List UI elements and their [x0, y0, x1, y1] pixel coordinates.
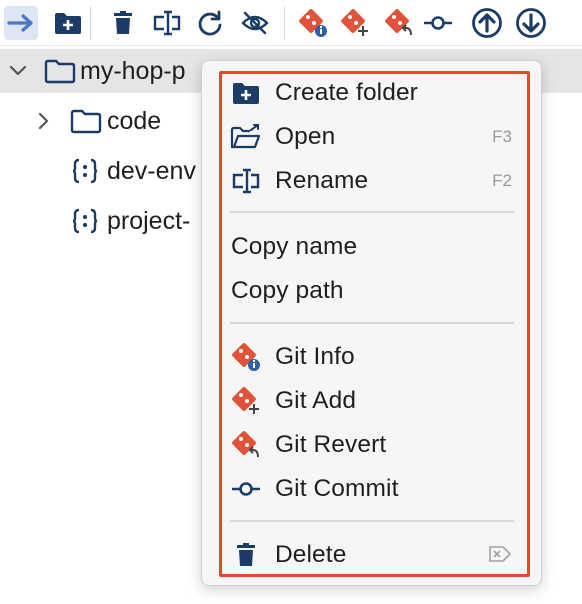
menu-separator: [230, 520, 514, 522]
create-folder-icon: [55, 13, 81, 34]
menu-item-label: Git Add: [275, 387, 357, 414]
git-add-icon: [341, 9, 368, 36]
git-commit-icon: [424, 16, 452, 30]
trash-icon: [230, 540, 262, 570]
menu-item-create-folder[interactable]: Create folder: [220, 71, 526, 115]
create-folder-button[interactable]: [51, 6, 85, 40]
rename-icon: [153, 10, 181, 36]
trash-icon: [114, 11, 132, 34]
git-commit-button[interactable]: [421, 6, 455, 40]
git-revert-icon: [230, 430, 262, 460]
menu-item-label: Open: [275, 123, 336, 150]
chevron-right-icon[interactable]: [34, 111, 54, 131]
git-commit-icon: [230, 474, 262, 504]
shortcut-label: F3: [492, 127, 512, 146]
rename-icon: [230, 166, 262, 196]
menu-item-open[interactable]: Open F3: [220, 115, 526, 159]
git-push-icon: [472, 8, 502, 38]
open-folder-icon: [230, 122, 262, 152]
menu-item-git-add[interactable]: Git Add: [220, 379, 526, 423]
menu-item-delete[interactable]: Delete: [220, 533, 526, 577]
menu-separator: [230, 322, 514, 324]
menu-item-copy-name[interactable]: Copy name: [220, 225, 526, 269]
menu-item-rename[interactable]: Rename F2: [220, 159, 526, 203]
menu-item-label: Git Info: [275, 343, 355, 370]
git-add-button[interactable]: [338, 6, 372, 40]
rename-button[interactable]: [150, 6, 184, 40]
menu-item-label: Git Revert: [275, 431, 387, 458]
menu-item-label: Rename: [275, 167, 369, 194]
chevron-down-icon[interactable]: [8, 61, 28, 81]
git-revert-button[interactable]: [382, 6, 416, 40]
menu-item-label: Create folder: [275, 79, 418, 106]
folder-icon: [44, 57, 76, 85]
tree-item-label: code: [107, 106, 162, 135]
refresh-icon: [198, 10, 222, 36]
menu-item-copy-path[interactable]: Copy path: [220, 269, 526, 313]
git-info-icon: [299, 9, 327, 37]
tree-item-label: project-: [107, 206, 191, 235]
git-add-icon: [230, 386, 262, 416]
git-info-button[interactable]: [296, 6, 330, 40]
git-push-button[interactable]: [470, 6, 504, 40]
menu-item-git-info[interactable]: Git Info: [220, 335, 526, 379]
menu-item-git-commit[interactable]: Git Commit: [220, 467, 526, 511]
delete-key-icon: [488, 544, 512, 569]
menu-item-label: Copy path: [231, 277, 344, 304]
toolbar: [0, 0, 582, 46]
menu-item-label: Git Commit: [275, 475, 399, 502]
delete-button[interactable]: [106, 6, 140, 40]
git-info-icon: [230, 342, 262, 372]
git-pull-button[interactable]: [514, 6, 548, 40]
create-folder-icon: [230, 78, 262, 108]
git-revert-icon: [385, 9, 412, 36]
navigate-button[interactable]: [4, 6, 38, 40]
folder-icon: [70, 107, 102, 135]
arrow-right-icon: [7, 14, 33, 32]
json-file-icon: [70, 207, 100, 235]
menu-separator: [230, 211, 514, 213]
tree-item-label: dev-env: [107, 156, 196, 185]
menu-item-label: Delete: [275, 541, 347, 568]
json-file-icon: [70, 157, 100, 185]
refresh-button[interactable]: [193, 6, 227, 40]
hide-icon: [241, 11, 269, 35]
menu-item-git-revert[interactable]: Git Revert: [220, 423, 526, 467]
tree-item-label: my-hop-p: [80, 56, 186, 85]
menu-item-label: Copy name: [231, 233, 358, 260]
git-pull-icon: [516, 8, 546, 38]
toggle-hidden-button[interactable]: [238, 6, 272, 40]
shortcut-label: F2: [492, 171, 512, 190]
